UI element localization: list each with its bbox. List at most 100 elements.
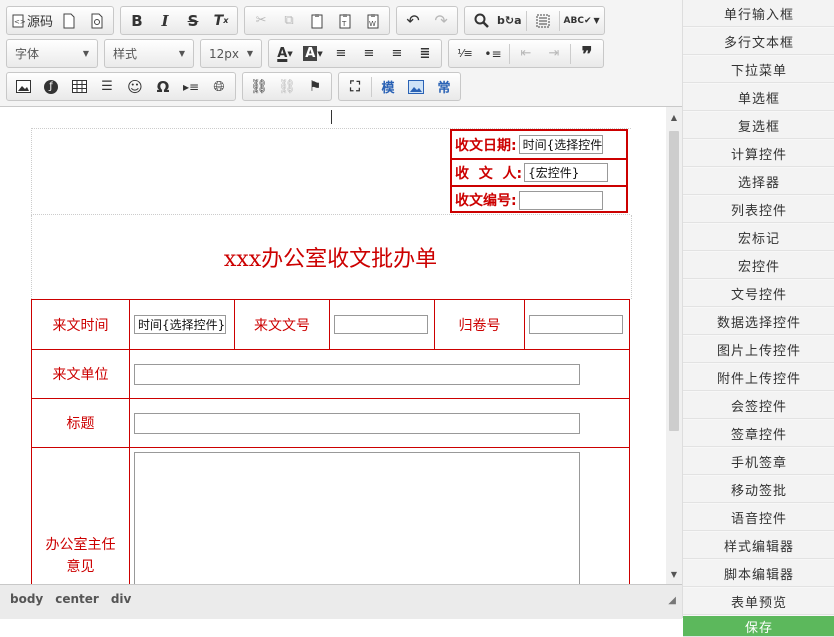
toolbar-separator bbox=[509, 43, 510, 64]
director-opinion-textarea[interactable] bbox=[134, 452, 580, 584]
cut-button[interactable]: ✂ bbox=[247, 9, 275, 32]
resize-grip-icon[interactable]: ◢ bbox=[668, 595, 676, 606]
sidebar-item-style-editor[interactable]: 样式编辑器 bbox=[683, 532, 834, 559]
image-upload-button[interactable] bbox=[402, 75, 430, 98]
path-item[interactable]: div bbox=[111, 592, 132, 606]
sender-unit-input[interactable] bbox=[134, 364, 580, 385]
sidebar-item-textarea[interactable]: 多行文本框 bbox=[683, 28, 834, 55]
copy-button[interactable]: ⧉ bbox=[275, 9, 303, 32]
sidebar-item-doc-number[interactable]: 文号控件 bbox=[683, 280, 834, 307]
find-button[interactable] bbox=[467, 9, 495, 32]
paste-button[interactable] bbox=[303, 9, 331, 32]
iframe-button[interactable]: 🌐︎ bbox=[205, 75, 233, 98]
sidebar-item-voice[interactable]: 语音控件 bbox=[683, 504, 834, 531]
paste-word-button[interactable]: W bbox=[359, 9, 387, 32]
editor-content[interactable]: 收文日期: 时间{选择控件 收 文 人: {宏控件} 收文编号: xxx办公室收… bbox=[0, 107, 666, 584]
image-button[interactable] bbox=[9, 75, 37, 98]
template-button[interactable]: 模 bbox=[374, 75, 402, 98]
new-page-button[interactable] bbox=[55, 9, 83, 32]
archive-no-input[interactable] bbox=[529, 315, 623, 334]
size-combo[interactable]: 12px ▼ bbox=[200, 39, 262, 68]
anchor-button[interactable]: ⚑ bbox=[301, 75, 329, 98]
table-button[interactable] bbox=[65, 75, 93, 98]
indent-button[interactable]: ⇥ bbox=[540, 42, 568, 65]
undo-button[interactable]: ↶ bbox=[399, 9, 427, 32]
redo-button[interactable]: ↷ bbox=[427, 9, 455, 32]
sidebar-item-attachment-upload[interactable]: 附件上传控件 bbox=[683, 364, 834, 391]
receiver-label: 收 文 人: bbox=[455, 165, 523, 182]
font-combo[interactable]: 字体 ▼ bbox=[6, 39, 98, 68]
sidebar-item-mobile-seal[interactable]: 手机签章 bbox=[683, 448, 834, 475]
sidebar-item-checkbox[interactable]: 复选框 bbox=[683, 112, 834, 139]
page-break-button[interactable]: ▸≡ bbox=[177, 75, 205, 98]
sidebar-item-radio[interactable]: 单选框 bbox=[683, 84, 834, 111]
text-color-button[interactable]: A ▼ bbox=[271, 42, 299, 65]
bulleted-list-button[interactable]: •≡ bbox=[479, 42, 507, 65]
sidebar-item-dropdown[interactable]: 下拉菜单 bbox=[683, 56, 834, 83]
style-combo[interactable]: 样式 ▼ bbox=[104, 39, 194, 68]
sidebar-item-data-select[interactable]: 数据选择控件 bbox=[683, 308, 834, 335]
save-button[interactable]: 保存 bbox=[683, 616, 834, 637]
align-right-button[interactable]: ≡ bbox=[383, 42, 411, 65]
select-all-button[interactable] bbox=[529, 9, 557, 32]
flash-button[interactable]: ƒ bbox=[37, 75, 65, 98]
strike-button[interactable]: S bbox=[179, 9, 207, 32]
numbered-list-icon: ⅟≡ bbox=[457, 47, 473, 60]
link-button[interactable]: ⛓ bbox=[245, 75, 273, 98]
path-item[interactable]: center bbox=[55, 592, 99, 606]
special-char-button[interactable]: Ω bbox=[149, 75, 177, 98]
horizontal-rule-button[interactable]: ☰ bbox=[93, 75, 121, 98]
spellcheck-button[interactable]: ABC✔ ▼ bbox=[562, 9, 602, 32]
subject-input[interactable] bbox=[134, 413, 580, 434]
archive-no-label: 归卷号 bbox=[458, 317, 501, 334]
doc-number-input[interactable] bbox=[334, 315, 428, 334]
source-button[interactable]: <> 源码 bbox=[9, 9, 55, 32]
smiley-button[interactable]: ☺ bbox=[121, 75, 149, 98]
sidebar-item-image-upload[interactable]: 图片上传控件 bbox=[683, 336, 834, 363]
sidebar-item-selector[interactable]: 选择器 bbox=[683, 168, 834, 195]
receive-time-input[interactable]: 时间{选择控件} bbox=[134, 315, 226, 334]
select-all-icon bbox=[536, 14, 550, 27]
receive-date-input[interactable]: 时间{选择控件 bbox=[518, 135, 603, 154]
receiver-input[interactable]: {宏控件} bbox=[524, 163, 609, 182]
sidebar-item-macro-tag[interactable]: 宏标记 bbox=[683, 224, 834, 251]
vertical-scrollbar[interactable]: ▲ ▼ bbox=[666, 107, 682, 584]
receive-no-input[interactable] bbox=[518, 190, 603, 210]
unlink-icon: ⛓ bbox=[278, 78, 296, 95]
maximize-button[interactable]: ⛶ bbox=[341, 75, 369, 98]
table-cell: 来文单位 bbox=[32, 350, 130, 398]
sidebar-item-mobile-sign[interactable]: 移动签批 bbox=[683, 476, 834, 503]
unlink-button[interactable]: ⛓ bbox=[273, 75, 301, 98]
blockquote-button[interactable]: ❞ bbox=[573, 42, 601, 65]
italic-button[interactable]: I bbox=[151, 9, 179, 32]
preview-button[interactable] bbox=[83, 9, 111, 32]
sidebar-item-script-editor[interactable]: 脚本编辑器 bbox=[683, 560, 834, 587]
sidebar-item-text-input[interactable]: 单行输入框 bbox=[683, 0, 834, 27]
sidebar-item-macro-control[interactable]: 宏控件 bbox=[683, 252, 834, 279]
path-item[interactable]: body bbox=[10, 592, 43, 606]
bold-button[interactable]: B bbox=[123, 9, 151, 32]
sidebar-item-form-preview[interactable]: 表单预览 bbox=[683, 588, 834, 615]
align-center-icon: ≡ bbox=[363, 46, 375, 61]
common-button[interactable]: 常 bbox=[430, 75, 458, 98]
sidebar-item-countersign[interactable]: 会签控件 bbox=[683, 392, 834, 419]
align-center-button[interactable]: ≡ bbox=[355, 42, 383, 65]
numbered-list-button[interactable]: ⅟≡ bbox=[451, 42, 479, 65]
scroll-down-icon[interactable]: ▼ bbox=[666, 566, 682, 582]
align-left-button[interactable]: ≡ bbox=[327, 42, 355, 65]
justify-button[interactable]: ≣ bbox=[411, 42, 439, 65]
sidebar-item-calc[interactable]: 计算控件 bbox=[683, 140, 834, 167]
font-combo-label: 字体 bbox=[15, 47, 40, 61]
outdent-button[interactable]: ⇤ bbox=[512, 42, 540, 65]
replace-button[interactable]: b↻a bbox=[495, 9, 524, 32]
sidebar-item-list[interactable]: 列表控件 bbox=[683, 196, 834, 223]
receive-time-label: 来文时间 bbox=[52, 317, 109, 334]
scroll-up-icon[interactable]: ▲ bbox=[666, 109, 682, 125]
source-icon: <> bbox=[12, 14, 25, 27]
flag-icon: ⚑ bbox=[308, 78, 322, 95]
scroll-thumb[interactable] bbox=[669, 131, 679, 431]
bg-color-button[interactable]: A ▼ bbox=[299, 42, 327, 65]
sidebar-item-seal[interactable]: 签章控件 bbox=[683, 420, 834, 447]
remove-format-button[interactable]: Tx bbox=[207, 9, 235, 32]
paste-text-button[interactable]: T bbox=[331, 9, 359, 32]
